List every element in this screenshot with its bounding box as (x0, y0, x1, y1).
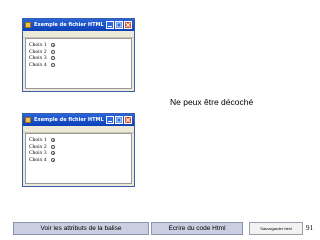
maximize-icon[interactable] (115, 116, 123, 124)
radio-row[interactable]: Choix 4 (29, 62, 131, 69)
menu-bar (23, 31, 134, 38)
radio-button[interactable] (51, 151, 55, 156)
browser-app-icon (25, 22, 31, 28)
window-titlebar[interactable]: Exemple de fichier HTML - Jeanhon... (23, 114, 134, 126)
window-title: Exemple de fichier HTML - Jeanhon... (34, 22, 105, 28)
radio-label: Choix 4 (29, 61, 47, 68)
attributes-button[interactable]: Voir les attributs de la balise (13, 222, 149, 235)
radio-label: Choix 1 (29, 42, 47, 49)
radio-button[interactable] (51, 43, 55, 48)
close-icon[interactable] (124, 116, 132, 124)
maximize-icon[interactable] (115, 21, 123, 29)
minimize-icon[interactable] (106, 116, 114, 124)
radio-row[interactable]: Choix 4 (29, 157, 131, 164)
page-content: Choix 1 Choix 2 Choix 3 Choix 4 (25, 133, 132, 184)
window-titlebar[interactable]: Exemple de fichier HTML - Jeanhon... (23, 19, 134, 31)
close-icon[interactable] (124, 21, 132, 29)
radio-button[interactable] (51, 49, 55, 54)
radio-button[interactable] (51, 62, 55, 67)
browser-window-1: Exemple de fichier HTML - Jeanhon... Cho… (22, 18, 135, 92)
note-text: Ne peux être décoché (170, 97, 254, 107)
window-title: Exemple de fichier HTML - Jeanhon... (34, 117, 105, 123)
radio-label: Choix 3 (29, 55, 47, 62)
browser-window-2: Exemple de fichier HTML - Jeanhon... Cho… (22, 113, 135, 187)
radio-label: Choix 4 (29, 156, 47, 163)
page-content: Choix 1 Choix 2 Choix 3 Choix 4 (25, 38, 132, 89)
radio-button[interactable] (51, 56, 55, 61)
minimize-icon[interactable] (106, 21, 114, 29)
save-html-button[interactable]: Sauvegarder html (249, 222, 303, 235)
radio-label: Choix 1 (29, 137, 47, 144)
radio-button[interactable] (51, 157, 55, 162)
radio-button[interactable] (51, 138, 55, 143)
radio-label: Choix 2 (29, 143, 47, 150)
write-code-button[interactable]: Ecrire du code Html (151, 222, 243, 235)
page-number: 91 (306, 224, 313, 232)
radio-button[interactable] (51, 144, 55, 149)
browser-app-icon (25, 117, 31, 123)
menu-bar (23, 126, 134, 133)
radio-label: Choix 3 (29, 150, 47, 157)
radio-label: Choix 2 (29, 48, 47, 55)
